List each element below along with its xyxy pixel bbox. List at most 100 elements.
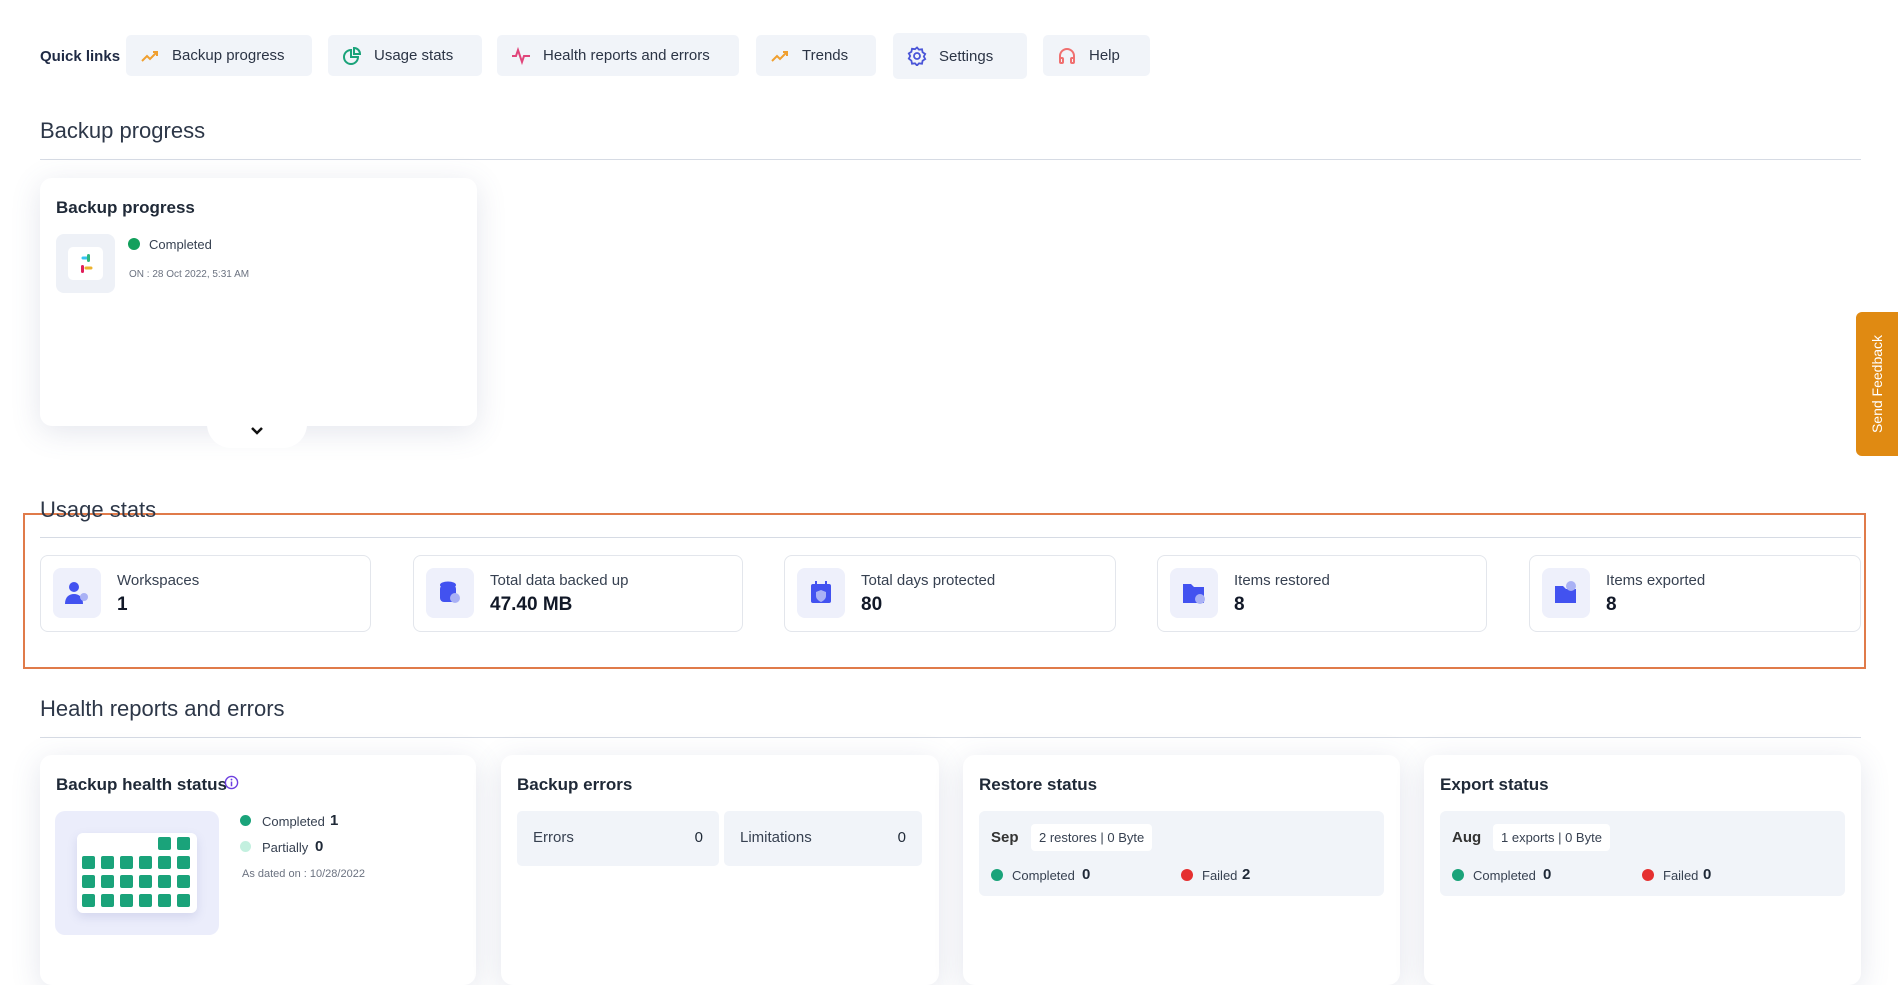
backup-status: Completed — [149, 237, 212, 252]
calendar-day-cell — [139, 856, 152, 869]
quick-link-trends[interactable]: Trends — [756, 35, 876, 76]
limitations-box[interactable]: Limitations 0 — [724, 811, 922, 866]
restore-summary-box: Sep 2 restores | 0 Byte Completed 0 Fail… — [979, 811, 1384, 896]
card-title: Backup health status — [56, 775, 227, 794]
chevron-down-icon — [251, 427, 263, 435]
quick-links-label: Quick links — [40, 48, 121, 65]
card-title: Backup errors — [517, 775, 633, 794]
completed-dot — [1452, 869, 1464, 881]
calendar-day-cell — [120, 856, 133, 869]
calendar-day-cell — [158, 837, 171, 850]
legend-label: Completed — [262, 814, 325, 829]
errors-box[interactable]: Errors 0 — [517, 811, 719, 866]
stat-value: 1 — [117, 594, 128, 615]
calendar-day-cell — [120, 894, 133, 907]
stat-label: Total data backed up — [490, 572, 629, 589]
quick-link-settings[interactable]: Settings — [893, 33, 1027, 79]
stat-items-exported: Items exported 8 — [1529, 555, 1861, 632]
quick-link-label: Backup progress — [172, 47, 285, 64]
dated-text: As dated on : 10/28/2022 — [242, 868, 365, 880]
export-status-card: Export status Aug 1 exports | 0 Byte Com… — [1424, 755, 1861, 985]
stat-label: Items exported — [1606, 572, 1706, 589]
summary-pill: 1 exports | 0 Byte — [1493, 824, 1610, 851]
month-label: Aug — [1452, 829, 1482, 846]
completed-count: 1 — [330, 812, 339, 829]
calendar-day-cell — [82, 856, 95, 869]
folder-export-icon — [1555, 581, 1576, 603]
calendar-day-cell — [139, 875, 152, 888]
slack-logo-icon — [68, 247, 103, 280]
quick-link-label: Usage stats — [374, 47, 454, 64]
send-feedback-button[interactable]: Send Feedback — [1856, 312, 1898, 456]
month-label: Sep — [991, 829, 1019, 846]
stat-label: Total days protected — [861, 572, 996, 589]
health-calendar-illustration — [55, 811, 219, 935]
summary-pill: 2 restores | 0 Byte — [1031, 824, 1153, 851]
folder-restore-icon — [1183, 584, 1205, 604]
stat-label: Workspaces — [117, 572, 200, 589]
expand-tab[interactable] — [207, 424, 307, 448]
restore-status-card: Restore status Sep 2 restores | 0 Byte C… — [963, 755, 1400, 985]
info-icon[interactable] — [224, 775, 239, 790]
card-title: Export status — [1440, 775, 1549, 794]
errors-count: 0 — [694, 829, 703, 846]
completed-dot — [991, 869, 1003, 881]
trend-up-icon — [771, 50, 788, 62]
completed-count: 0 — [1543, 866, 1552, 883]
calendar-day-cell — [177, 837, 190, 850]
trend-up-icon — [141, 50, 158, 62]
quick-link-help[interactable]: Help — [1043, 35, 1150, 76]
calendar-day-cell — [158, 875, 171, 888]
calendar-day-cell — [82, 894, 95, 907]
section-heading-usage-stats: Usage stats — [40, 497, 157, 522]
quick-link-label: Settings — [939, 47, 994, 65]
stat-days-protected: Total days protected 80 — [784, 555, 1116, 632]
quick-link-label: Health reports and errors — [543, 47, 710, 64]
calendar-day-cell — [177, 894, 190, 907]
legend-label: Partially — [262, 840, 309, 855]
partial-count: 0 — [315, 838, 324, 855]
quick-link-label: Trends — [802, 47, 849, 64]
calendar-day-cell — [101, 875, 114, 888]
stat-value: 8 — [1606, 594, 1617, 615]
database-icon — [440, 581, 460, 603]
stat-value: 47.40 MB — [490, 594, 573, 615]
limitations-label: Limitations — [740, 829, 812, 846]
divider — [40, 737, 1861, 738]
card-title: Restore status — [979, 775, 1098, 794]
completed-count: 0 — [1082, 866, 1091, 883]
calendar-shield-icon — [811, 581, 831, 603]
failed-label: Failed — [1202, 868, 1238, 883]
quick-link-backup-progress[interactable]: Backup progress — [126, 35, 312, 76]
divider — [40, 537, 1861, 538]
section-heading-backup-progress: Backup progress — [40, 118, 206, 143]
divider — [40, 159, 1861, 160]
calendar-day-cell — [101, 894, 114, 907]
quick-link-health-reports[interactable]: Health reports and errors — [497, 35, 739, 76]
user-gear-icon — [65, 582, 88, 604]
headset-icon — [1059, 47, 1075, 64]
calendar-day-cell — [177, 875, 190, 888]
failed-count: 0 — [1703, 866, 1712, 883]
gear-icon — [907, 46, 927, 66]
app-logo-tile — [56, 234, 115, 293]
failed-dot — [1642, 869, 1654, 881]
failed-dot — [1181, 869, 1193, 881]
completed-dot — [240, 815, 251, 826]
backup-errors-card: Backup errors Errors 0 Limitations 0 — [501, 755, 939, 985]
stat-total-data: Total data backed up 47.40 MB — [413, 555, 743, 632]
calendar-day-cell — [158, 894, 171, 907]
stat-items-restored: Items restored 8 — [1157, 555, 1487, 632]
quick-link-label: Help — [1089, 47, 1120, 64]
calendar-day-cell — [158, 856, 171, 869]
quick-link-usage-stats[interactable]: Usage stats — [328, 35, 482, 76]
status-dot — [128, 238, 140, 250]
completed-label: Completed — [1473, 868, 1536, 883]
failed-count: 2 — [1242, 866, 1251, 883]
backup-progress-card: Backup progress Completed ON : 28 Oct 20… — [40, 178, 477, 426]
backup-health-card: Backup health status Completed 1 Partial… — [40, 755, 476, 985]
failed-label: Failed — [1663, 868, 1699, 883]
card-title: Backup progress — [56, 198, 195, 217]
backup-date: ON : 28 Oct 2022, 5:31 AM — [129, 269, 250, 280]
partial-dot — [240, 841, 251, 852]
